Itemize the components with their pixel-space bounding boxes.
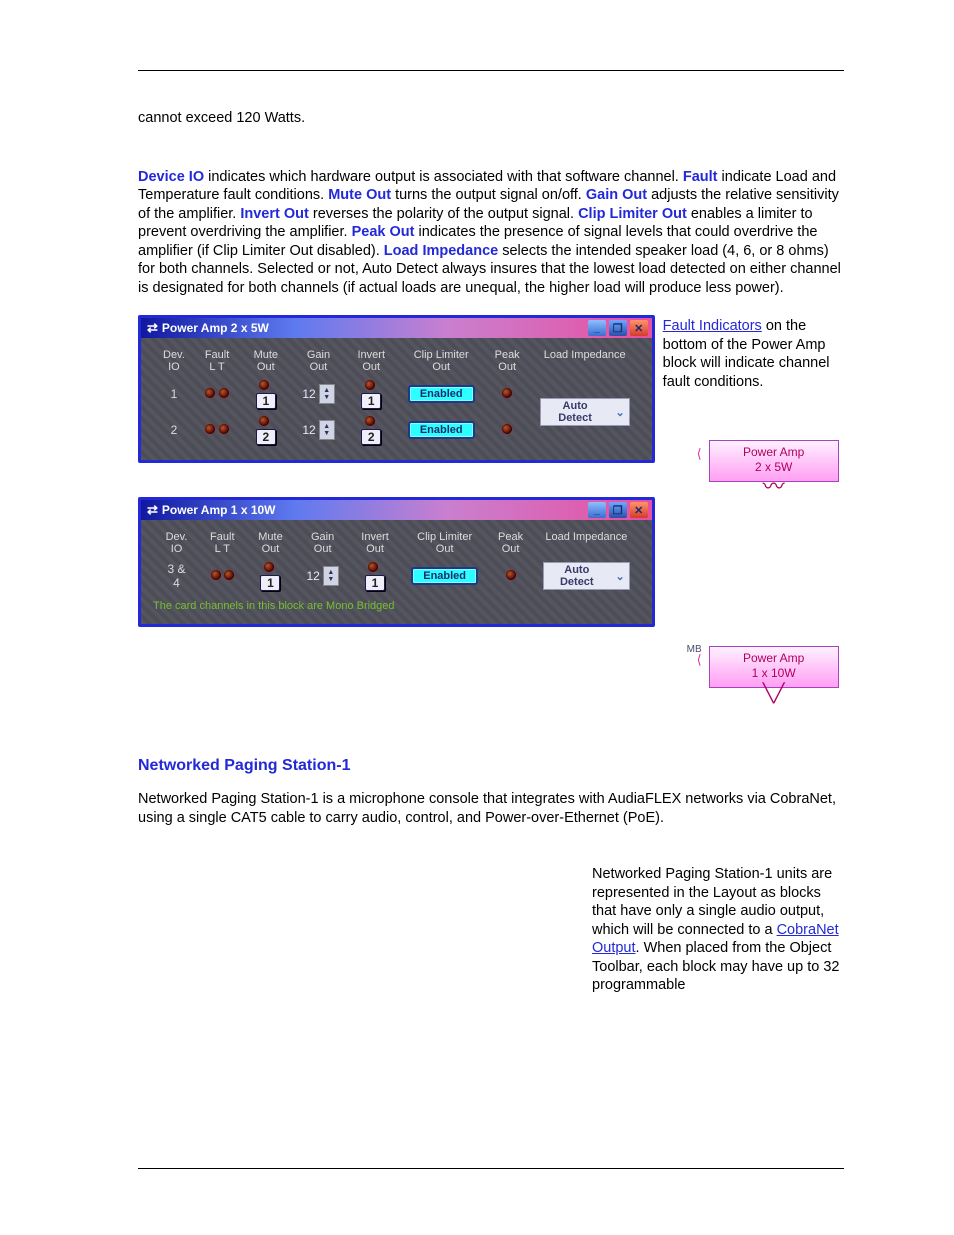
power-amp-5w-title: Power Amp 2 x 5W: [162, 321, 269, 335]
wave-tail: ╲╱: [709, 688, 839, 700]
invert-button[interactable]: 1: [361, 393, 381, 409]
mute-button[interactable]: 1: [260, 575, 280, 591]
chevron-down-icon: ⌄: [615, 570, 624, 583]
em-load: Load Impedance: [384, 243, 498, 259]
nps-image-placeholder: [138, 865, 568, 1005]
fault-t-led: [219, 388, 229, 398]
invert-led: [365, 380, 375, 390]
connector-icon: ⟨: [697, 446, 702, 462]
power-amp-5w-grid: Dev.IO FaultL T MuteOut GainOut InvertOu…: [153, 346, 640, 448]
power-amp-10w-title: Power Amp 1 x 10W: [162, 503, 276, 517]
maximize-button[interactable]: ❐: [609, 502, 627, 518]
chevron-down-icon: ⌄: [615, 406, 624, 419]
em-clip: Clip Limiter Out: [578, 206, 687, 222]
exchange-icon: ⇄: [147, 320, 158, 336]
invert-button[interactable]: 1: [365, 575, 385, 591]
mute-led: [259, 380, 269, 390]
power-amp-10w-block[interactable]: MB ⟨ Power Amp 1 x 10W ╲╱: [709, 646, 839, 700]
intro-line: cannot exceed 120 Watts.: [138, 109, 844, 128]
power-amp-5w-block[interactable]: ⟨ Power Amp 2 x 5W 〰: [709, 440, 839, 494]
table-row: 3 & 4 1 12▲▼ 1 Enabled Auto Detect⌄: [153, 558, 640, 594]
gain-stepper[interactable]: ▲▼: [319, 384, 335, 404]
fault-l-led: [205, 388, 215, 398]
em-gain: Gain Out: [586, 187, 647, 203]
gain-stepper[interactable]: ▲▼: [319, 420, 335, 440]
fault-side-text: Fault Indicators on the bottom of the Po…: [663, 317, 844, 391]
power-amp-10w-window: ⇄ Power Amp 1 x 10W _ ❐ ✕ Dev.IO FaultL …: [138, 497, 655, 627]
clip-limiter-button[interactable]: Enabled: [411, 567, 478, 585]
mute-button[interactable]: 2: [256, 429, 276, 445]
close-button[interactable]: ✕: [630, 320, 648, 336]
nps-intro: Networked Paging Station-1 is a micropho…: [138, 790, 844, 827]
em-fault: Fault: [683, 169, 718, 185]
power-amp-5w-titlebar[interactable]: ⇄ Power Amp 2 x 5W _ ❐ ✕: [141, 318, 652, 338]
em-mute: Mute Out: [328, 187, 391, 203]
close-button[interactable]: ✕: [630, 502, 648, 518]
maximize-button[interactable]: ❐: [609, 320, 627, 336]
minimize-button[interactable]: _: [588, 502, 606, 518]
clip-limiter-button[interactable]: Enabled: [408, 421, 475, 439]
controls-paragraph: Device IO indicates which hardware outpu…: [138, 168, 844, 298]
nps-right-paragraph: Networked Paging Station-1 units are rep…: [592, 865, 842, 995]
mono-bridged-note: The card channels in this block are Mono…: [153, 600, 640, 612]
em-peak: Peak Out: [352, 224, 415, 240]
fault-indicators-link[interactable]: Fault Indicators: [663, 318, 762, 334]
mute-button[interactable]: 1: [256, 393, 276, 409]
table-row: 1 1 12▲▼ 1 Enabled Auto Detect⌄: [153, 376, 640, 412]
load-impedance-dropdown[interactable]: Auto Detect⌄: [540, 398, 630, 426]
power-amp-10w-titlebar[interactable]: ⇄ Power Amp 1 x 10W _ ❐ ✕: [141, 500, 652, 520]
power-amp-5w-window: ⇄ Power Amp 2 x 5W _ ❐ ✕ Dev.IO FaultL T…: [138, 315, 655, 463]
invert-button[interactable]: 2: [361, 429, 381, 445]
peak-led: [502, 388, 512, 398]
power-amp-10w-grid: Dev.IO FaultL T MuteOut GainOut InvertOu…: [153, 528, 640, 594]
load-impedance-dropdown[interactable]: Auto Detect⌄: [543, 562, 630, 590]
connector-icon: ⟨: [697, 652, 702, 668]
em-invert: Invert Out: [240, 206, 308, 222]
em-devio: Device IO: [138, 169, 204, 185]
nps-heading: Networked Paging Station-1: [138, 756, 844, 776]
footer-rule: [138, 1168, 844, 1169]
header-rule: [138, 70, 844, 71]
minimize-button[interactable]: _: [588, 320, 606, 336]
clip-limiter-button[interactable]: Enabled: [408, 385, 475, 403]
gain-stepper[interactable]: ▲▼: [323, 566, 339, 586]
exchange-icon: ⇄: [147, 502, 158, 518]
wave-tail: 〰: [709, 482, 839, 494]
